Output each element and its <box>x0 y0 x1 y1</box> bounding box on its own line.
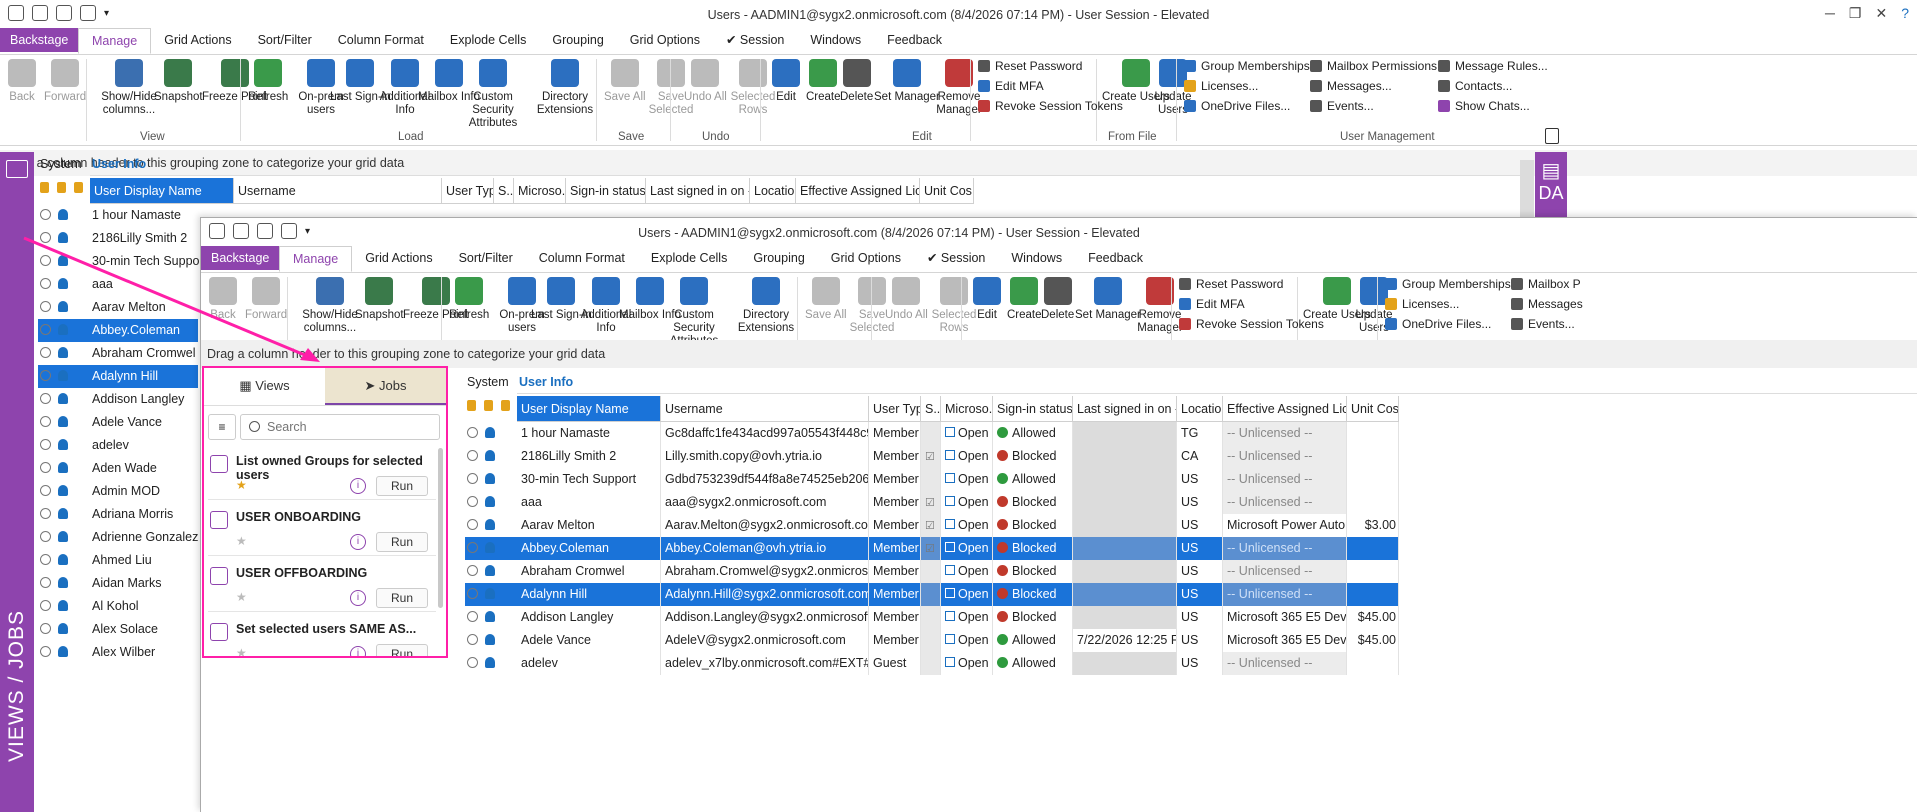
info-icon[interactable]: i <box>350 534 366 550</box>
run-button[interactable]: Run <box>376 644 428 656</box>
favorite-star-icon[interactable]: ★ <box>236 478 247 492</box>
job-title: USER ONBOARDING <box>236 510 362 524</box>
run-button[interactable]: Run <box>376 588 428 608</box>
job-item[interactable]: List owned Groups for selected users ★ i Ru… <box>208 448 436 500</box>
job-item[interactable]: USER OFFBOARDING ★ i Run <box>208 560 436 612</box>
info-icon[interactable]: i <box>350 646 366 656</box>
job-item[interactable]: Set selected users SAME AS... ★ i Run <box>208 616 436 656</box>
panel-scrollbar[interactable] <box>438 448 443 608</box>
views-jobs-panel: ▦ Views ➤ Jobs ≡ List owned Groups for s… <box>202 366 448 658</box>
favorite-star-icon[interactable]: ★ <box>236 646 247 656</box>
search-box[interactable] <box>240 414 440 440</box>
views-tab[interactable]: ▦ Views <box>204 368 325 405</box>
filter-button[interactable]: ≡ <box>208 414 236 440</box>
job-title: Set selected users SAME AS... <box>236 622 417 636</box>
run-button[interactable]: Run <box>376 476 428 496</box>
jobs-tab[interactable]: ➤ Jobs <box>325 368 446 405</box>
views-tab-icon: ▦ <box>239 378 256 393</box>
views-tab-label: Views <box>255 378 290 393</box>
job-item[interactable]: USER ONBOARDING ★ i Run <box>208 504 436 556</box>
info-icon[interactable]: i <box>350 478 366 494</box>
job-icon <box>210 567 228 585</box>
favorite-star-icon[interactable]: ★ <box>236 590 247 604</box>
run-button[interactable]: Run <box>376 532 428 552</box>
favorite-star-icon[interactable]: ★ <box>236 534 247 548</box>
job-icon <box>210 511 228 529</box>
jobs-tab-icon: ➤ <box>364 378 380 393</box>
search-icon <box>249 421 260 432</box>
info-icon[interactable]: i <box>350 590 366 606</box>
job-icon <box>210 455 228 473</box>
job-title: USER OFFBOARDING <box>236 566 368 580</box>
job-icon <box>210 623 228 641</box>
search-input[interactable] <box>267 418 435 436</box>
panel-tabs: ▦ Views ➤ Jobs <box>204 368 446 406</box>
jobs-tab-label: Jobs <box>379 378 407 393</box>
